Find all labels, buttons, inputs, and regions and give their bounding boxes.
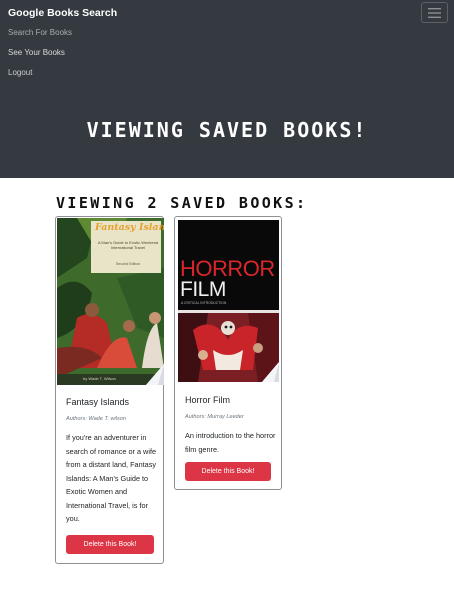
cover-subtitle-text: A CRITICAL INTRODUCTION (181, 301, 227, 305)
delete-book-button[interactable]: Delete this Book! (66, 535, 154, 554)
book-cover-image: Fantasy Islands A Man's Guide to Exotic … (57, 218, 164, 385)
nav-link-saved-books[interactable]: See Your Books (8, 48, 65, 57)
cover-subtitle-text: A Man's Guide to Exotic Weekend Internat… (97, 240, 159, 250)
book-card: HORROR FILM A CRITICAL INTRODUCTION Horr… (174, 216, 282, 490)
book-title: Horror Film (185, 395, 230, 405)
book-cover-image: HORROR FILM A CRITICAL INTRODUCTION (178, 220, 279, 382)
saved-books-heading: VIEWING 2 SAVED BOOKS: (56, 194, 308, 212)
navbar-brand[interactable]: Google Books Search (8, 7, 117, 19)
book-authors: Authors: Wade T. wilson (66, 416, 127, 422)
navbar: Google Books Search Search For Books See… (0, 0, 454, 178)
cover-title-film: FILM (180, 278, 226, 301)
hero-title: VIEWING SAVED BOOKS! (86, 118, 368, 142)
cover-title-text: Fantasy Islands (95, 222, 164, 233)
delete-book-button[interactable]: Delete this Book! (185, 462, 271, 481)
navbar-toggler-button[interactable] (421, 2, 448, 23)
nav-link-search-books[interactable]: Search For Books (8, 28, 72, 37)
book-card: Fantasy Islands A Man's Guide to Exotic … (55, 216, 164, 564)
nav-link-logout[interactable]: Logout (8, 68, 32, 77)
hamburger-menu-icon (428, 7, 441, 18)
book-description: If you're an adventurer in search of rom… (66, 433, 157, 523)
book-authors: Authors: Murray Leeder (185, 414, 244, 420)
book-title: Fantasy Islands (66, 397, 130, 407)
book-description: An introduction to the horror film genre… (185, 431, 276, 454)
cover-author-text: by Wade T. Wilson (83, 376, 116, 381)
cover-edition-text: Second Edition (115, 262, 141, 266)
